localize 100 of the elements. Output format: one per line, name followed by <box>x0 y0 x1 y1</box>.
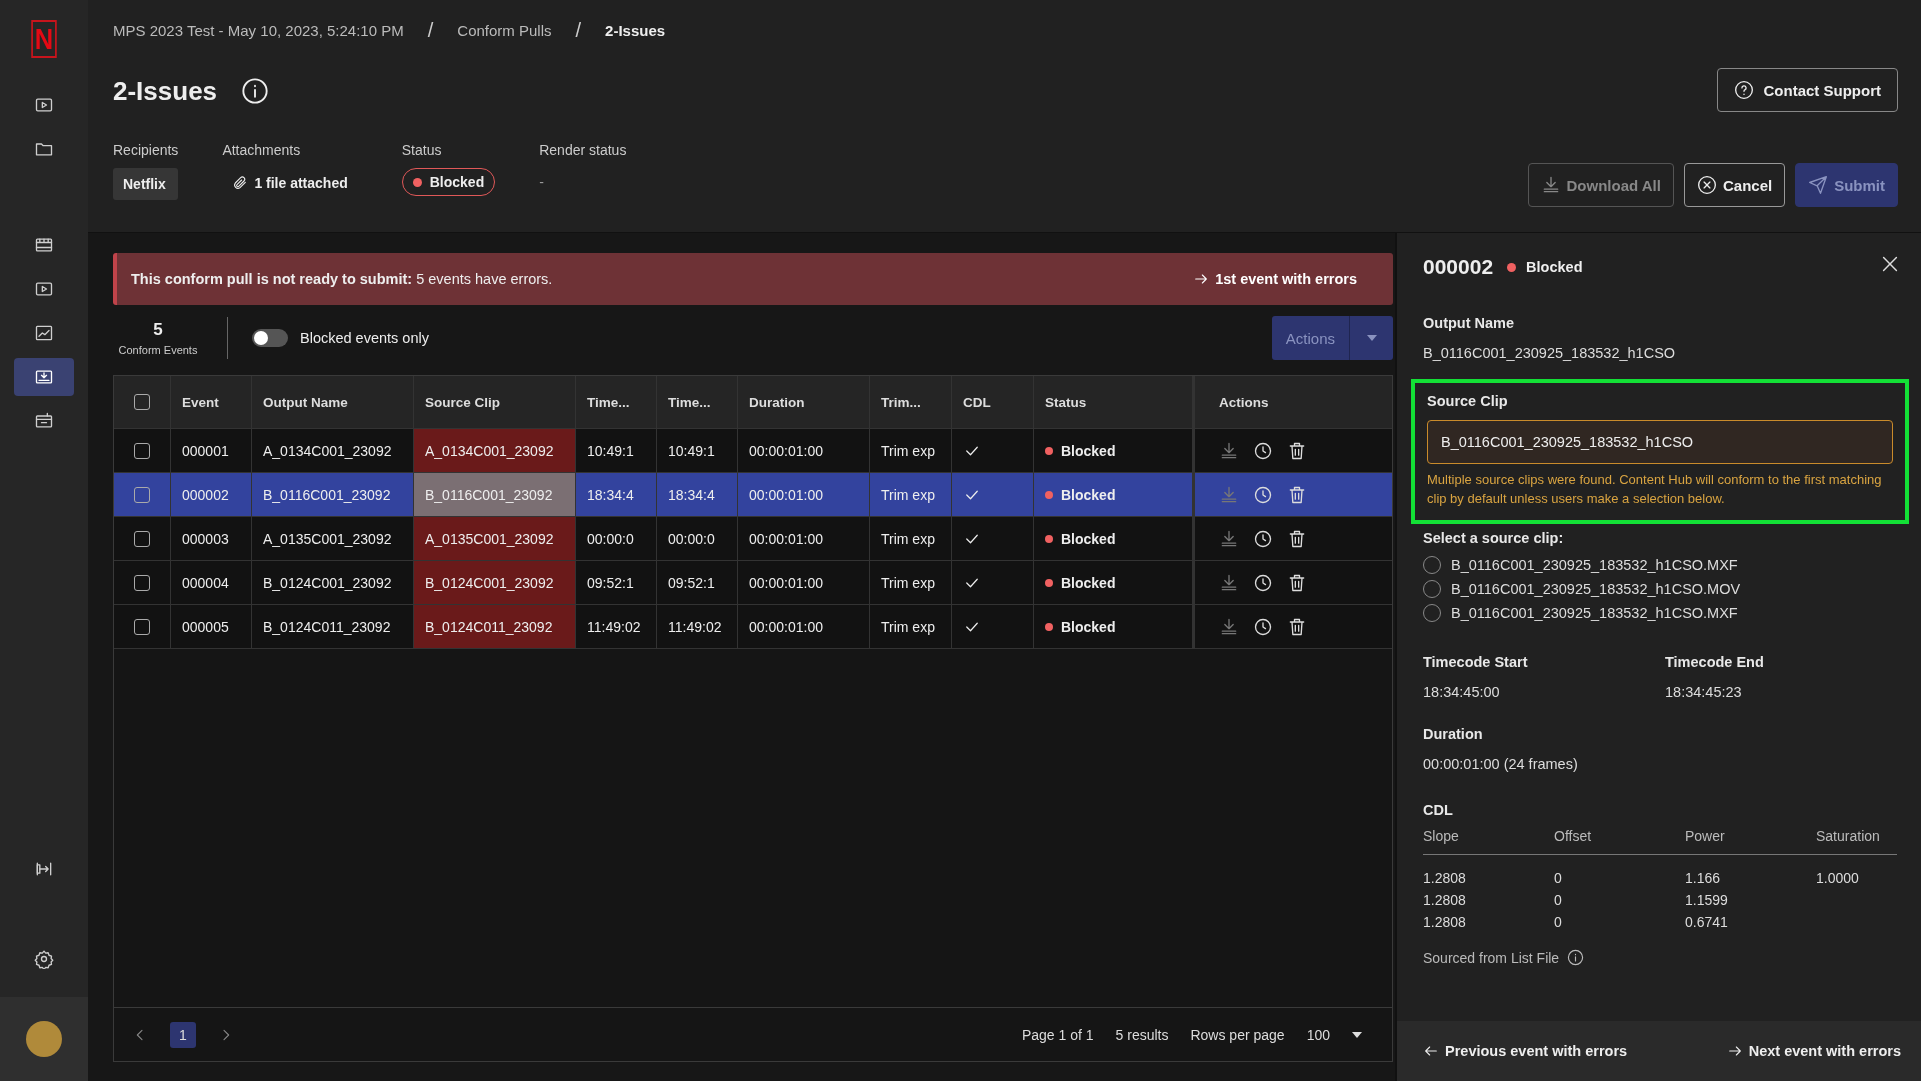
column-header[interactable]: CDL <box>952 376 1034 428</box>
column-header: Saturation <box>1816 828 1897 855</box>
table-cell: Trim exp <box>870 473 952 516</box>
delete-button[interactable] <box>1287 528 1307 549</box>
table-cell: Trim exp <box>870 561 952 604</box>
table-row[interactable]: 000002 B_0116C001_23092 B_0116C001_23092 18:34:4 18:34:4 00:00:01:00 Trim exp Blocked <box>114 473 1392 517</box>
delete-button[interactable] <box>1287 616 1307 637</box>
arrow-right-icon <box>1726 1043 1743 1059</box>
table-cell: B_0116C001_23092 <box>414 473 576 516</box>
column-header[interactable]: Source Clip <box>414 376 576 428</box>
column-header[interactable]: Duration <box>738 376 870 428</box>
option-label: B_0116C001_230925_183532_h1CSO.MXF <box>1451 605 1738 621</box>
table-cell-text: 0 <box>1554 869 1563 888</box>
table-cell-text: 0 <box>1554 913 1563 932</box>
breadcrumb-link[interactable]: Conform Pulls <box>457 21 552 39</box>
column-header[interactable]: Output Name <box>252 376 414 428</box>
table-cell: 10:49:1 <box>657 429 738 472</box>
column-header[interactable]: Trim... <box>870 376 952 428</box>
avatar[interactable] <box>26 1021 62 1057</box>
history-button[interactable] <box>1253 616 1273 637</box>
inbox-icon <box>34 411 54 431</box>
nav-item[interactable] <box>14 358 74 396</box>
row-checkbox[interactable] <box>134 442 150 459</box>
info-icon <box>241 77 270 105</box>
table-row[interactable]: 000003 A_0135C001_23092 A_0135C001_23092 00:00:0 00:00:0 00:00:01:00 Trim exp Blocked <box>114 517 1392 561</box>
table-cell: B_0124C001_23092 <box>414 561 576 604</box>
table-cell: 09:52:1 <box>576 561 657 604</box>
status-text: Blocked <box>1526 259 1583 275</box>
delete-button[interactable] <box>1287 440 1307 461</box>
status-dot <box>412 177 422 187</box>
table-cell: 000002 <box>171 473 252 516</box>
status-dot <box>1045 622 1053 631</box>
history-button[interactable] <box>1253 484 1273 505</box>
status-dot <box>1045 534 1053 543</box>
table-cell: Trim exp <box>870 605 952 648</box>
contact-support-button[interactable]: Contact Support <box>1716 68 1898 112</box>
table-cell: 11:49:02 <box>576 605 657 648</box>
row-checkbox[interactable] <box>134 530 150 547</box>
option-label: B_0116C001_230925_183532_h1CSO.MXF <box>1451 557 1738 573</box>
table-cell: 10:49:1 <box>576 429 657 472</box>
download-button[interactable] <box>1219 572 1239 593</box>
column-header[interactable]: Time... <box>657 376 738 428</box>
table-cell: A_0134C001_23092 <box>414 429 576 472</box>
table-cell: 000004 <box>171 561 252 604</box>
breadcrumb-link[interactable]: MPS 2023 Test - May 10, 2023, 5:24:10 PM <box>113 21 404 39</box>
select-all-checkbox[interactable] <box>134 394 150 410</box>
download-icon <box>1219 440 1239 461</box>
table-cell-text: 1.2808 <box>1423 891 1467 910</box>
download-button[interactable] <box>1219 616 1239 637</box>
history-button[interactable] <box>1253 528 1273 549</box>
row-checkbox[interactable] <box>134 574 150 591</box>
table-cell: 09:52:1 <box>657 561 738 604</box>
field-label: Source Clip <box>1427 393 1509 409</box>
delete-button[interactable] <box>1287 572 1307 593</box>
table-row[interactable]: 000005 B_0124C011_23092 B_0124C011_23092 11:49:02 11:49:02 00:00:01:00 Trim exp Blocked <box>114 605 1392 649</box>
toggle-switch[interactable] <box>252 329 288 347</box>
next-error-button[interactable]: Next event with errors <box>1726 1043 1901 1059</box>
status-dot <box>1045 490 1053 499</box>
attachment-link[interactable]: 1 file attached <box>254 175 348 191</box>
banner-message: This conform pull is not ready to submit: 5 events have errors. <box>131 271 553 287</box>
table-row[interactable]: 000001 A_0134C001_23092 A_0134C001_23092 10:49:1 10:49:1 00:00:01:00 Trim exp Blocked <box>114 429 1392 473</box>
table-cell-text: 0.6741 <box>1685 913 1729 932</box>
row-checkbox[interactable] <box>134 618 150 635</box>
warning-message: Multiple source clips were found. Content Hub will conform to the first matching clip by default unless users make a selection below. <box>1427 471 1883 508</box>
table-row[interactable]: 000004 B_0124C001_23092 B_0124C001_23092 09:52:1 09:52:1 00:00:01:00 Trim exp Blocked <box>114 561 1392 605</box>
info-icon <box>1567 949 1585 966</box>
page-title: 2-Issues <box>113 75 218 107</box>
source-clip-field[interactable]: B_0116C001_230925_183532_h1CSO <box>1427 420 1893 464</box>
cancel-button[interactable]: Cancel <box>1683 163 1786 207</box>
caret-icon <box>1352 1031 1362 1038</box>
table-cell-text: 1.0000 <box>1816 869 1860 888</box>
row-checkbox[interactable] <box>134 486 150 503</box>
page-button[interactable]: 1 <box>170 1021 196 1048</box>
field-value: 18:34:45:23 <box>1665 684 1743 700</box>
status-dot <box>1045 446 1053 455</box>
column-header[interactable]: Status <box>1034 376 1193 428</box>
history-button[interactable] <box>1253 572 1273 593</box>
download-button[interactable] <box>1219 440 1239 461</box>
field-value: 00:00:01:00 (24 frames) <box>1423 756 1579 772</box>
trash-icon <box>1287 484 1307 505</box>
table-cell: Trim exp <box>870 517 952 560</box>
column-header: Offset <box>1554 828 1685 855</box>
table-cell: 000003 <box>171 517 252 560</box>
status-dot <box>1045 578 1053 587</box>
column-header[interactable]: Event <box>171 376 252 428</box>
table-cell: A_0135C001_23092 <box>414 517 576 560</box>
breadcrumb-current: 2-Issues <box>605 21 666 39</box>
download-icon <box>1219 528 1239 549</box>
first-error-link[interactable]: 1st event with errors <box>1187 270 1363 288</box>
history-button[interactable] <box>1253 440 1273 461</box>
delete-button[interactable] <box>1287 484 1307 505</box>
arrow-icon <box>1193 271 1210 287</box>
rows-per-page-select[interactable]: 100 <box>1306 1026 1362 1043</box>
previous-error-button[interactable]: Previous event with errors <box>1423 1043 1628 1059</box>
download-button[interactable] <box>1219 528 1239 549</box>
trash-icon <box>1287 572 1307 593</box>
page-info: Page 1 of 1 <box>1021 1026 1094 1043</box>
table-cell: 18:34:4 <box>657 473 738 516</box>
column-header[interactable]: Time... <box>576 376 657 428</box>
status-text: Blocked <box>1061 574 1116 591</box>
